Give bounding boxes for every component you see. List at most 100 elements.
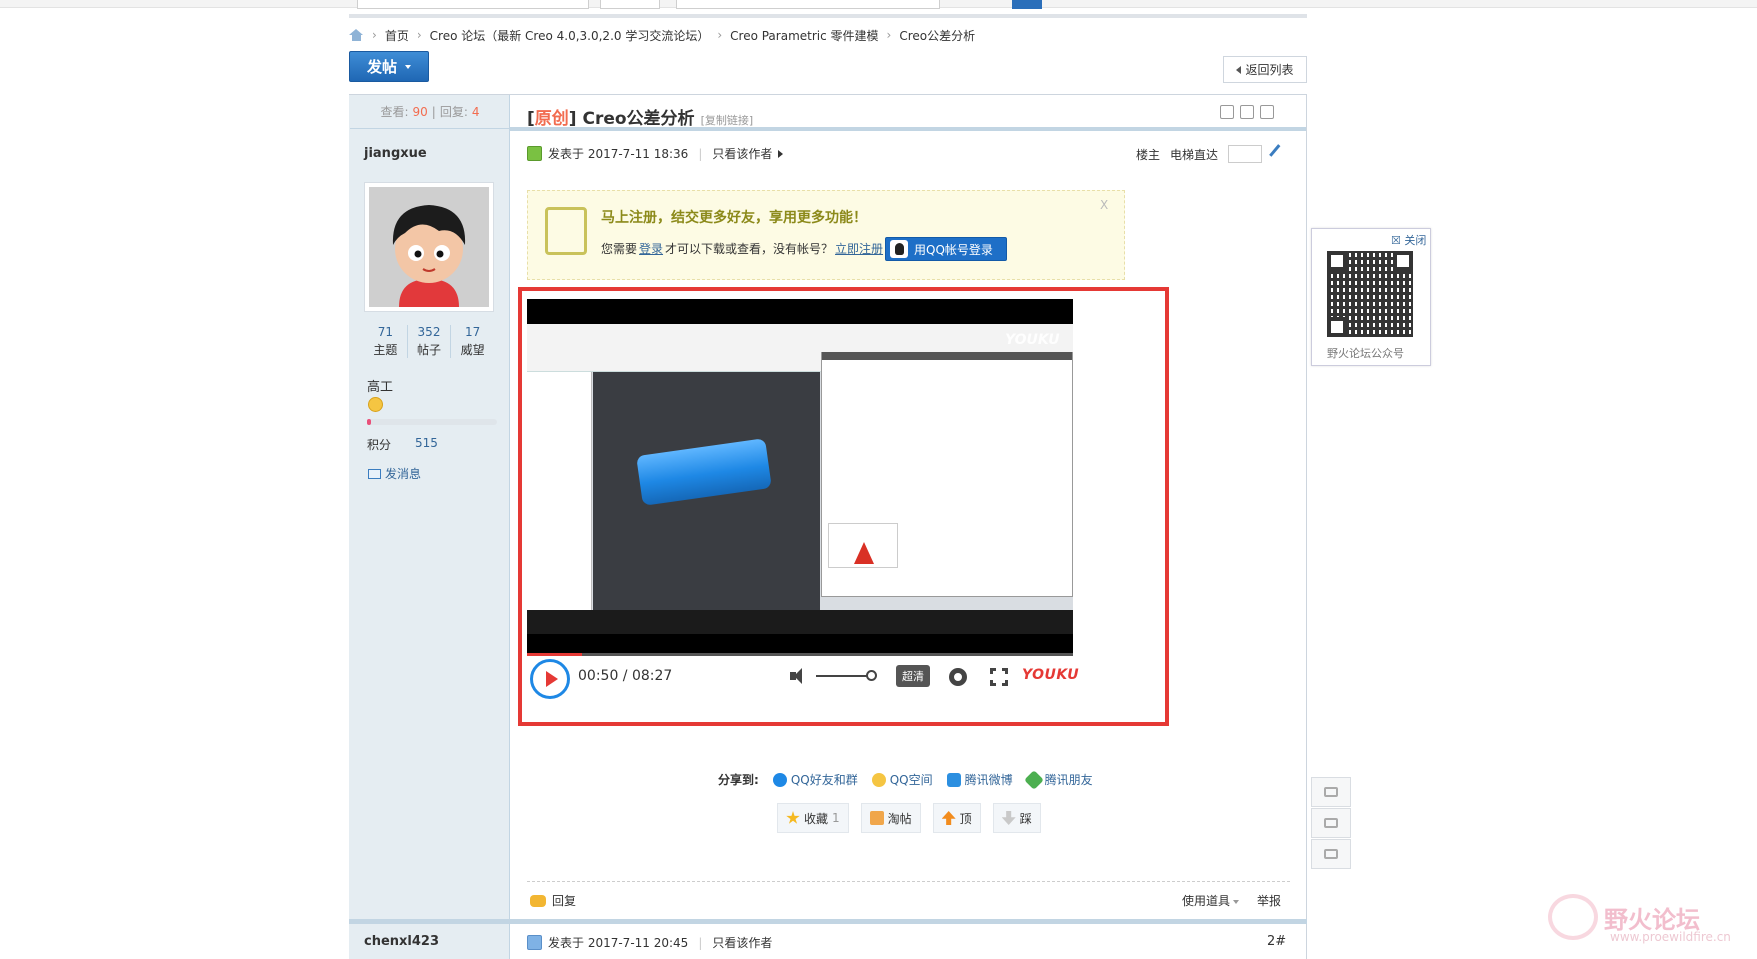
floor-number[interactable]: 2# <box>1267 934 1286 949</box>
stat-topics[interactable]: 71 主题 <box>364 325 408 358</box>
fullscreen-icon[interactable] <box>990 668 1008 686</box>
breadcrumb-subforum[interactable]: Creo Parametric 零件建模 <box>730 27 878 44</box>
reply-button[interactable]: 回复 <box>530 892 576 909</box>
post-date: 发表于 2017-7-11 20:45 <box>548 936 689 950</box>
qr-label: 野火论坛公众号 <box>1327 347 1404 360</box>
video-watermark: YOUKU <box>1005 332 1060 348</box>
breadcrumb-forum[interactable]: Creo 论坛（最新 Creo 4.0,3.0,2.0 学习交流论坛） <box>430 27 710 44</box>
back-to-list-button[interactable]: 返回列表 <box>1223 56 1307 83</box>
new-post-label: 发帖 <box>366 58 397 76</box>
share-qq[interactable]: QQ好友和群 <box>772 771 858 788</box>
taotie-button[interactable]: 淘帖 <box>860 803 921 833</box>
reply-icon <box>530 894 546 907</box>
distribution-peak <box>854 542 874 564</box>
use-tools-label: 使用道具 <box>1182 894 1231 908</box>
post-footer-tools: 使用道具 举报 <box>1182 892 1281 909</box>
stat-value: 71 <box>377 325 393 339</box>
upvote-button[interactable]: 顶 <box>932 803 981 833</box>
only-author-link[interactable]: 只看该作者 <box>712 145 772 162</box>
breadcrumb-separator: › <box>717 28 723 42</box>
video-time: 00:50 / 08:27 <box>578 668 673 684</box>
play-button[interactable] <box>530 659 570 699</box>
elevator-go-icon[interactable] <box>1269 144 1289 164</box>
chevron-left-icon <box>1236 65 1242 74</box>
points-value[interactable]: 515 <box>415 436 438 453</box>
qr-close-button[interactable]: ☒ 关闭 <box>1391 232 1426 248</box>
qr-finder <box>1327 251 1347 271</box>
nav-divider <box>349 14 1307 18</box>
copy-link[interactable]: [复制链接] <box>701 112 754 128</box>
qq-login-button[interactable]: 用QQ帐号登录 <box>885 237 1007 261</box>
search-type-select[interactable] <box>600 0 660 9</box>
send-message-link[interactable]: 发消息 <box>368 465 421 482</box>
elevator-input[interactable] <box>1228 145 1263 163</box>
breadcrumb-thread[interactable]: Creo公差分析 <box>899 27 975 44</box>
share-friends[interactable]: 腾讯朋友 <box>1023 769 1093 790</box>
quality-button[interactable]: 超清 <box>896 665 930 687</box>
back-to-top-button[interactable] <box>1311 808 1351 838</box>
gear-icon[interactable] <box>949 668 967 686</box>
offline-status-icon <box>527 935 542 950</box>
share-qzone[interactable]: QQ空间 <box>871 771 933 788</box>
search-input[interactable] <box>357 0 589 9</box>
breadcrumb-separator: › <box>886 28 892 42</box>
volume-knob[interactable] <box>866 670 877 681</box>
downvote-button[interactable]: 踩 <box>992 803 1041 833</box>
login-link[interactable]: 登录 <box>639 240 663 257</box>
register-link[interactable]: 立即注册 <box>835 240 883 257</box>
youku-logo[interactable]: YOUKU <box>1022 667 1079 683</box>
qr-finder <box>1327 317 1347 337</box>
stat-posts[interactable]: 352 帖子 <box>408 325 452 358</box>
share-friends-label: 腾讯朋友 <box>1044 773 1093 787</box>
meta-divider: | <box>698 146 703 161</box>
floor-label: 楼主 <box>1136 147 1161 162</box>
search-button[interactable] <box>1012 0 1042 9</box>
new-post-button[interactable]: 发帖 <box>349 51 429 82</box>
list-icon <box>1324 849 1338 859</box>
home-icon[interactable] <box>349 29 364 41</box>
stat-value: 17 <box>465 325 481 339</box>
stat-prestige[interactable]: 17 威望 <box>451 325 494 358</box>
user-rank[interactable]: 高工 <box>367 376 393 395</box>
arrow-up-icon <box>1324 818 1338 828</box>
original-tag[interactable]: 原创 <box>535 104 569 129</box>
print-icon[interactable] <box>1220 105 1234 119</box>
only-author-link[interactable]: 只看该作者 <box>712 934 772 951</box>
comment-icon <box>1324 787 1338 797</box>
favorite-button[interactable]: 收藏 1 <box>777 803 849 833</box>
chevron-down-icon <box>1233 899 1240 904</box>
distribution-chart <box>828 523 898 568</box>
chevron-right-icon[interactable] <box>778 149 784 158</box>
share-weibo[interactable]: 腾讯微博 <box>946 771 1013 788</box>
author-name[interactable]: jiangxue <box>364 146 427 161</box>
title-bracket: [ <box>527 109 535 129</box>
star-icon <box>786 811 800 824</box>
author-name[interactable]: chenxl423 <box>364 934 439 949</box>
breadcrumb-home[interactable]: 首页 <box>385 27 409 44</box>
prev-thread-icon[interactable] <box>1240 105 1254 119</box>
use-tools-menu[interactable]: 使用道具 <box>1182 892 1240 909</box>
notice-text: 才可以下载或查看，没有帐号？ <box>665 242 834 256</box>
views-label: 查看: <box>380 105 409 119</box>
next-thread-icon[interactable] <box>1260 105 1274 119</box>
avatar[interactable] <box>364 182 494 312</box>
site-logo-icon <box>1548 894 1598 940</box>
meta-divider: | <box>698 935 703 950</box>
breadcrumb-separator: › <box>416 28 422 42</box>
stats-divider: | <box>431 104 436 119</box>
volume-icon[interactable] <box>790 668 808 684</box>
site-watermark-url: www.proewildfire.cn <box>1610 930 1731 944</box>
post-date: 发表于 2017-7-11 18:36 <box>548 147 689 161</box>
list-view-button[interactable] <box>1311 839 1351 869</box>
report-link[interactable]: 举报 <box>1257 892 1281 909</box>
search-hot-input[interactable] <box>676 0 940 9</box>
quick-reply-button[interactable] <box>1311 777 1351 807</box>
notice-text: 您需要 <box>601 242 638 256</box>
qq-icon <box>890 240 908 258</box>
reply-label: 回复 <box>552 894 577 908</box>
favorite-count: 1 <box>832 811 840 825</box>
share-weibo-label: 腾讯微博 <box>964 773 1013 787</box>
post-meta: 发表于 2017-7-11 20:45 | 只看该作者 <box>527 934 772 951</box>
notice-close-button[interactable]: X <box>1100 198 1108 212</box>
stat-label: 主题 <box>373 343 398 357</box>
